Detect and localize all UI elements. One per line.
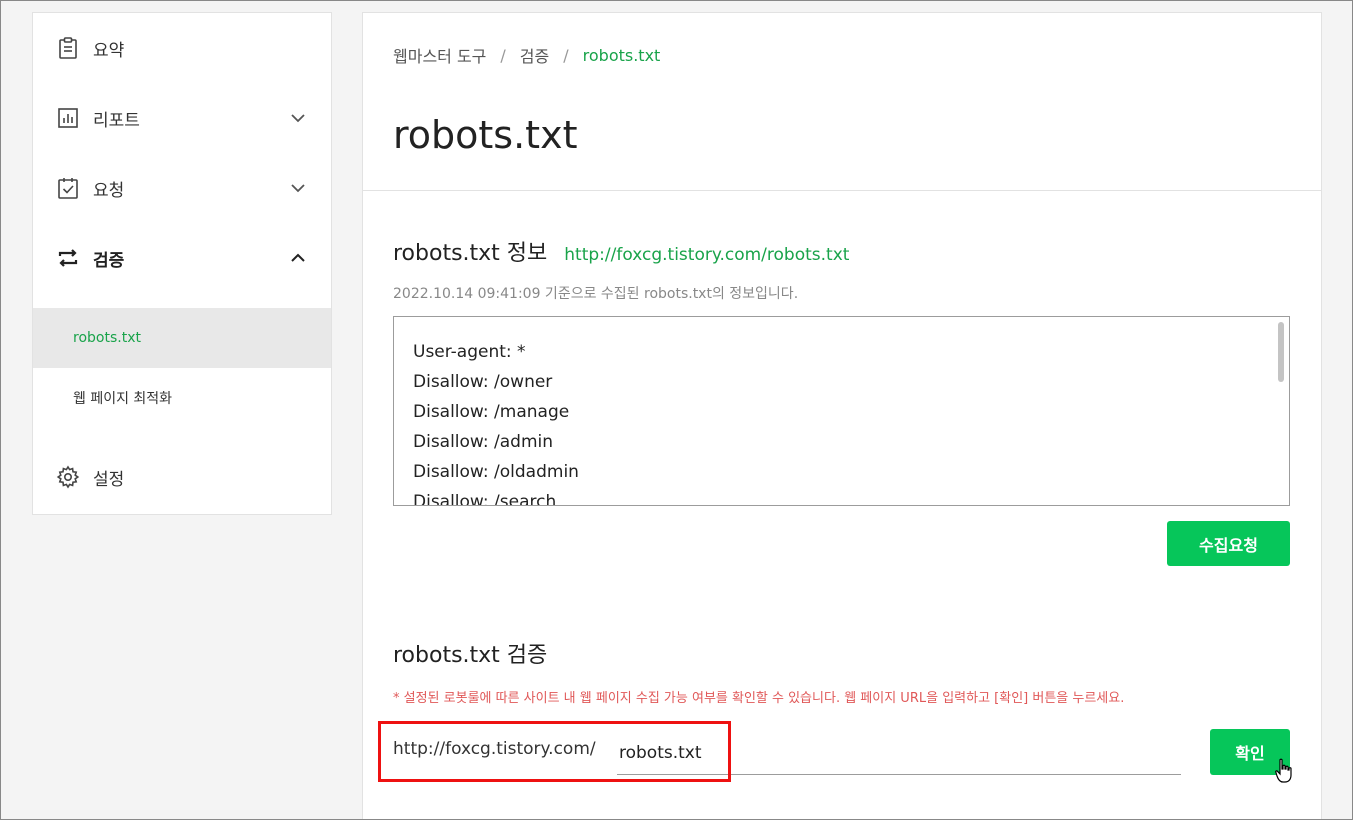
scrollbar-thumb[interactable] [1278, 322, 1284, 382]
breadcrumb: 웹마스터 도구 / 검증 / robots.txt [393, 43, 660, 67]
chevron-down-icon [291, 184, 305, 193]
url-path-input[interactable] [617, 731, 1181, 775]
sidebar: 요약 리포트 요청 검증 robots.txt 웹 페이지 최적화 설정 [32, 12, 332, 515]
breadcrumb-item[interactable]: 검증 [520, 43, 549, 67]
breadcrumb-item[interactable]: 웹마스터 도구 [393, 43, 486, 67]
hand-cursor-icon [1275, 758, 1292, 783]
sidebar-item-verify[interactable]: 검증 [33, 228, 331, 288]
info-section-title: robots.txt 정보 http://foxcg.tistory.com/r… [393, 235, 849, 267]
robots-url-link[interactable]: http://foxcg.tistory.com/robots.txt [564, 245, 849, 265]
breadcrumb-separator: / [500, 45, 506, 65]
collect-request-button[interactable]: 수집요청 [1167, 521, 1290, 566]
breadcrumb-current: robots.txt [582, 45, 661, 65]
chevron-up-icon [291, 253, 305, 262]
chevron-down-icon [291, 114, 305, 123]
robots-line: User-agent: * [413, 342, 526, 362]
main-panel: 웹마스터 도구 / 검증 / robots.txt robots.txt rob… [362, 12, 1322, 820]
sidebar-item-label: 요약 [93, 40, 125, 61]
collected-info-text: 2022.10.14 09:41:09 기준으로 수집된 robots.txt의… [393, 286, 799, 302]
sidebar-subitem-label: robots.txt [73, 330, 141, 346]
divider [363, 190, 1321, 191]
breadcrumb-separator: / [563, 45, 569, 65]
robots-line: Disallow: /admin [413, 432, 554, 452]
sidebar-subitem-robots[interactable]: robots.txt [33, 308, 331, 368]
sidebar-item-label: 설정 [93, 469, 125, 490]
robots-line: Disallow: /oldadmin [413, 462, 579, 482]
sidebar-item-summary[interactable]: 요약 [33, 18, 331, 78]
sidebar-item-label: 리포트 [93, 110, 140, 131]
sidebar-item-request[interactable]: 요청 [33, 158, 331, 218]
robots-content-box[interactable]: User-agent: * Disallow: /owner Disallow:… [393, 316, 1290, 506]
robots-line: Disallow: /manage [413, 402, 570, 422]
sidebar-item-report[interactable]: 리포트 [33, 88, 331, 148]
sync-arrows-icon [55, 245, 81, 271]
verify-section-title: robots.txt 검증 [393, 643, 548, 668]
sidebar-item-label: 검증 [93, 250, 125, 271]
chart-icon [55, 105, 81, 131]
sidebar-item-settings[interactable]: 설정 [33, 447, 331, 507]
verify-notice: * 설정된 로봇룰에 따른 사이트 내 웹 페이지 수집 가능 여부를 확인할 … [393, 691, 1125, 706]
robots-line: Disallow: /search [413, 492, 557, 506]
gear-icon [55, 464, 81, 490]
sidebar-subitem-web-optimization[interactable]: 웹 페이지 최적화 [33, 368, 331, 428]
sidebar-subitem-label: 웹 페이지 최적화 [73, 391, 173, 407]
clipboard-icon [55, 35, 81, 61]
robots-line: Disallow: /owner [413, 372, 553, 392]
url-prefix: http://foxcg.tistory.com/ [393, 739, 596, 759]
checklist-icon [55, 175, 81, 201]
page-title: robots.txt [393, 113, 578, 157]
info-title-text: robots.txt 정보 [393, 241, 548, 266]
sidebar-item-label: 요청 [93, 180, 125, 201]
